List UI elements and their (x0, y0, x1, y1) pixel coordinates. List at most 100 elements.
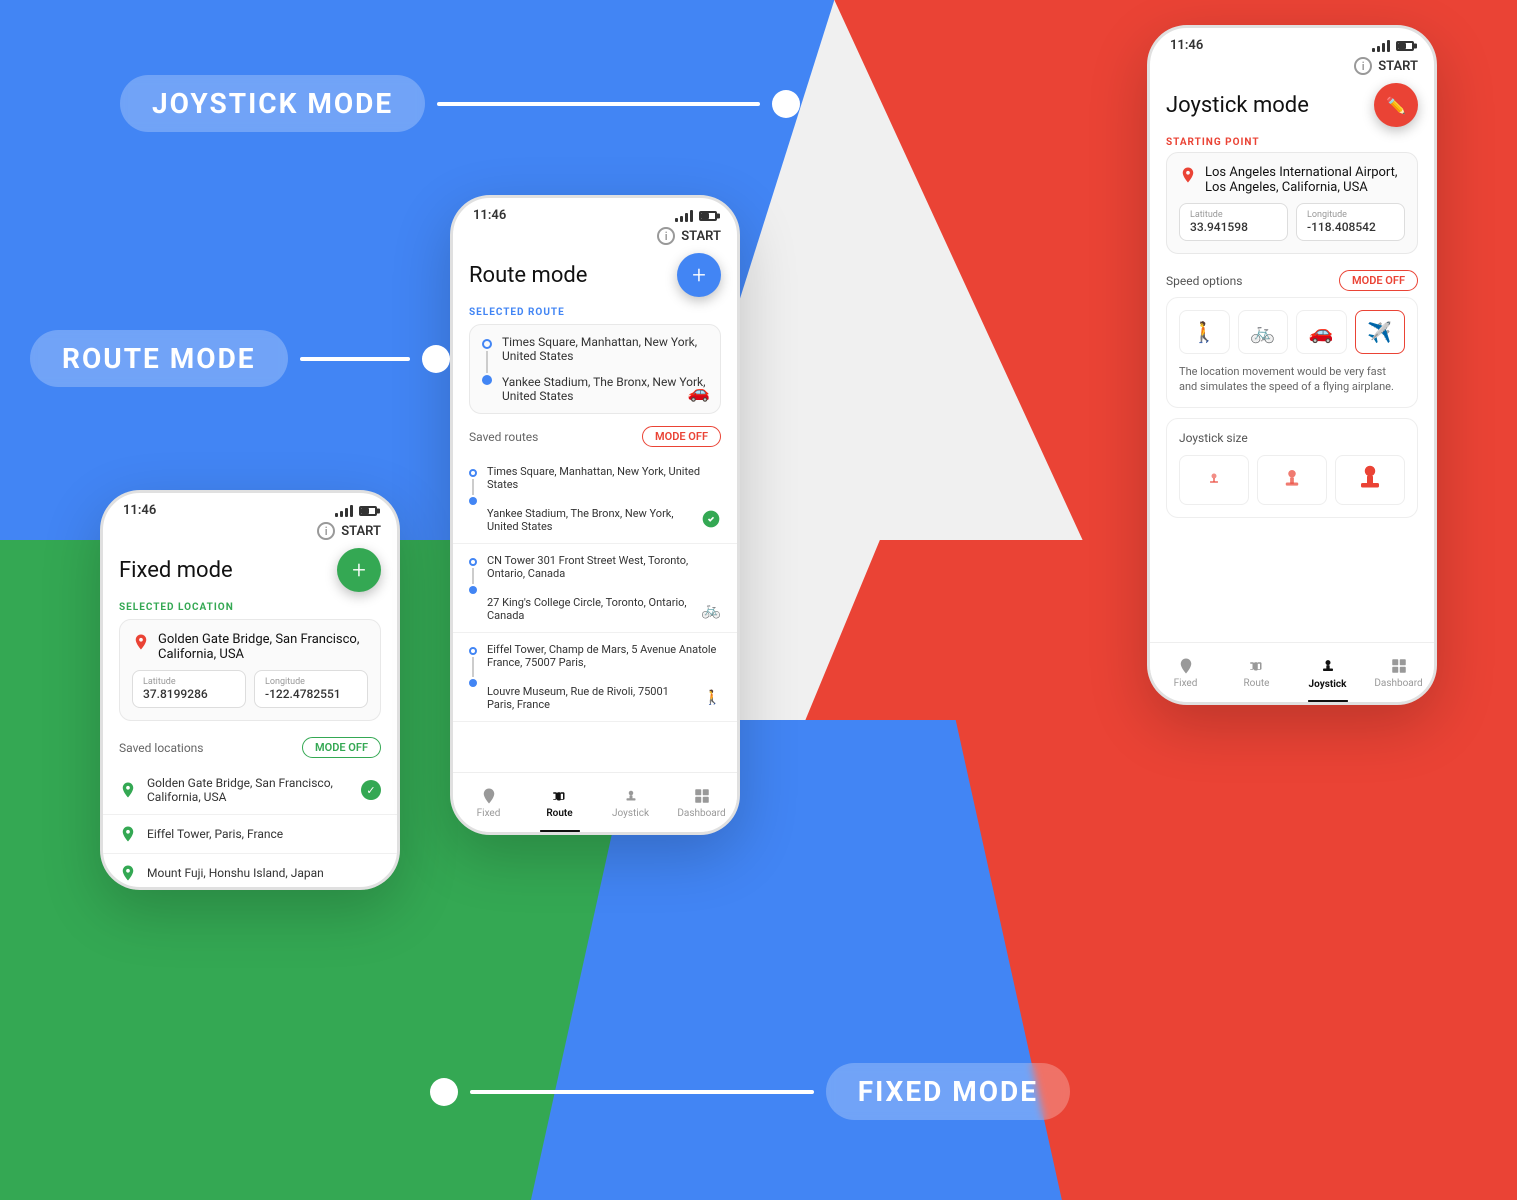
nav-route-route[interactable]: Route (524, 773, 595, 832)
nav-route-label: Route (546, 808, 572, 819)
fab-route[interactable]: + (677, 253, 721, 297)
location-text-fixed: Golden Gate Bridge, San Francisco, Calif… (158, 632, 368, 662)
line-1 (472, 479, 474, 495)
route-stops-text: Times Square, Manhattan, New York, Unite… (502, 335, 708, 403)
start-button-fixed[interactable]: i START (317, 522, 381, 540)
joystick-small-icon (1202, 468, 1226, 492)
battery-fixed (359, 506, 377, 516)
app-header-route: i START (453, 227, 737, 253)
joystick-small[interactable] (1179, 455, 1249, 505)
phone-notch-fixed (190, 493, 310, 517)
fixed-mode-phone: 11:46 i START Fixed mode + SELECTED LOCA… (100, 490, 400, 890)
selected-route-label: SELECTED ROUTE (453, 307, 737, 324)
longitude-box-fixed: Longitude -122.4782551 (254, 670, 368, 708)
route-item-1-stops: Times Square, Manhattan, New York, Unite… (469, 465, 721, 533)
saved-item-2[interactable]: Eiffel Tower, Paris, France (103, 815, 397, 854)
nav-fixed-route[interactable]: Fixed (453, 773, 524, 832)
dot-start-2 (469, 558, 477, 566)
bike-icon-route-2: 🚲 (701, 600, 721, 619)
check-icon-1: ✓ (361, 780, 381, 800)
longitude-box-joystick: Longitude -118.408542 (1296, 203, 1405, 241)
fab-joystick[interactable]: ✏️ (1374, 83, 1418, 127)
bottom-nav-route: Fixed Route Joystick Dashboard (453, 772, 737, 832)
route-item-3-from: Eiffel Tower, Champ de Mars, 5 Avenue An… (487, 643, 721, 669)
pin-icon-3 (119, 864, 137, 882)
route-item-2-content: CN Tower 301 Front Street West, Toronto,… (487, 554, 721, 622)
nav-active-indicator-j (1308, 700, 1348, 702)
lat-lon-row-fixed: Latitude 37.8199286 Longitude -122.47825… (132, 670, 368, 708)
info-icon-route: i (657, 227, 675, 245)
saved-item-1[interactable]: Golden Gate Bridge, San Francisco, Calif… (103, 766, 397, 815)
speed-car[interactable]: 🚗 (1296, 310, 1347, 354)
mode-off-btn-joystick[interactable]: MODE OFF (1339, 270, 1418, 291)
joystick-medium[interactable] (1257, 455, 1327, 505)
route-item-1-to: Yankee Stadium, The Bronx, New York, Uni… (487, 507, 721, 533)
route-car-icon: 🚗 (688, 382, 710, 403)
nav-route-joystick[interactable]: Route (1221, 643, 1292, 702)
fixed-mode-text: FIXED MODE (826, 1063, 1070, 1120)
route-item-1-content: Times Square, Manhattan, New York, Unite… (487, 465, 721, 533)
route-mode-label: ROUTE MODE (30, 330, 450, 387)
nav-route-label-j: Route (1244, 678, 1270, 689)
time-joystick: 11:46 (1170, 38, 1203, 53)
start-button-route[interactable]: i START (657, 227, 721, 245)
route-mode-phone-title: Route mode (469, 263, 587, 288)
time-route: 11:46 (473, 208, 506, 223)
speed-options-card: 🚶 🚲 🚗 ✈️ The location movement would be … (1166, 297, 1418, 408)
fab-fixed[interactable]: + (337, 548, 381, 592)
dot-end-2 (469, 586, 477, 594)
saved-route-2[interactable]: CN Tower 301 Front Street West, Toronto,… (453, 544, 737, 633)
dot-end-3 (469, 679, 477, 687)
nav-route-icon-j (1248, 657, 1266, 675)
start-button-joystick[interactable]: i START (1354, 57, 1418, 75)
joystick-mode-phone-title: Joystick mode (1166, 93, 1309, 118)
info-icon-joystick: i (1354, 57, 1372, 75)
route-mode-dot (422, 345, 450, 373)
mode-off-btn-fixed[interactable]: MODE OFF (302, 737, 381, 758)
nav-fixed-label-j: Fixed (1174, 678, 1198, 689)
location-text-joystick: Los Angeles International Airport, Los A… (1205, 165, 1405, 195)
fixed-mode-line (470, 1090, 814, 1094)
saved-route-3[interactable]: Eiffel Tower, Champ de Mars, 5 Avenue An… (453, 633, 737, 722)
route-mode-text: ROUTE MODE (30, 330, 288, 387)
signal-joystick (1372, 40, 1390, 52)
route-card-selected: Times Square, Manhattan, New York, Unite… (469, 324, 721, 414)
joystick-mode-phone: 11:46 i START Joystick mode ✏️ STARTING … (1147, 25, 1437, 705)
nav-joystick-joystick[interactable]: Joystick (1292, 643, 1363, 702)
dot-start-3 (469, 647, 477, 655)
location-card-fixed: Golden Gate Bridge, San Francisco, Calif… (119, 619, 381, 721)
speed-walk[interactable]: 🚶 (1179, 310, 1230, 354)
location-name-fixed: Golden Gate Bridge, San Francisco, Calif… (132, 632, 368, 662)
nav-dashboard-joystick[interactable]: Dashboard (1363, 643, 1434, 702)
phone-notch-route (535, 198, 655, 222)
line-2 (472, 568, 474, 584)
line-3 (472, 657, 474, 677)
nav-fixed-label-route: Fixed (477, 808, 501, 819)
joystick-size-label: Joystick size (1179, 431, 1405, 445)
saved-item-3[interactable]: Mount Fuji, Honshu Island, Japan (103, 854, 397, 890)
selected-location-label: SELECTED LOCATION (103, 602, 397, 619)
signal-fixed (335, 505, 353, 517)
mode-off-btn-route[interactable]: MODE OFF (642, 426, 721, 447)
route-item-3-stops: Eiffel Tower, Champ de Mars, 5 Avenue An… (469, 643, 721, 711)
nav-fixed-joystick[interactable]: Fixed (1150, 643, 1221, 702)
location-name-joystick: Los Angeles International Airport, Los A… (1179, 165, 1405, 195)
nav-dashboard-route[interactable]: Dashboard (666, 773, 737, 832)
status-icons-fixed (335, 505, 377, 517)
joystick-large-icon (1352, 462, 1388, 498)
speed-plane[interactable]: ✈️ (1355, 310, 1406, 354)
starting-point-label: STARTING POINT (1150, 137, 1434, 152)
saved-routes-label: Saved routes (469, 430, 538, 444)
route-item-3-content: Eiffel Tower, Champ de Mars, 5 Avenue An… (487, 643, 721, 711)
saved-locations-label: Saved locations (119, 741, 204, 755)
saved-route-1[interactable]: Times Square, Manhattan, New York, Unite… (453, 455, 737, 544)
route-dot-end (482, 375, 492, 385)
nav-joystick-label-route: Joystick (612, 808, 649, 819)
route-to-text: Yankee Stadium, The Bronx, New York, Uni… (502, 375, 708, 403)
speed-options-header: Speed options MODE OFF (1150, 266, 1434, 297)
saved-item-text-1: Golden Gate Bridge, San Francisco, Calif… (147, 776, 351, 804)
nav-joystick-label-j: Joystick (1309, 679, 1347, 690)
speed-bike[interactable]: 🚲 (1238, 310, 1289, 354)
joystick-large[interactable] (1335, 455, 1405, 505)
nav-joystick-route[interactable]: Joystick (595, 773, 666, 832)
